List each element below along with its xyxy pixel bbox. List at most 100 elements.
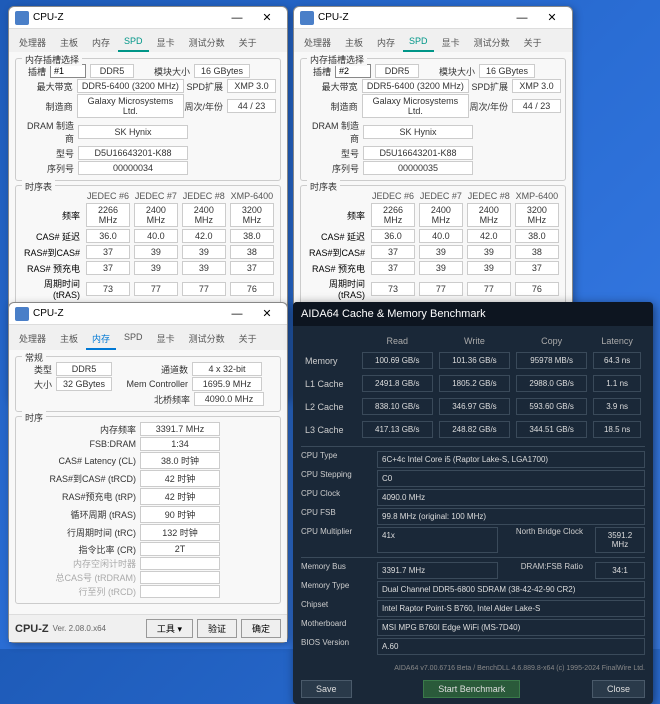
mem-label: 指令比率 (CR)	[20, 543, 140, 556]
ratio-label: DRAM:FSB Ratio	[504, 562, 589, 579]
window-title: CPU-Z	[33, 12, 223, 23]
aida-value: 2988.0 GB/s	[516, 375, 587, 392]
aida-col: Write	[437, 334, 512, 348]
timing-row: 周期时间 (tRAS)73777776	[305, 276, 561, 301]
tools-button[interactable]: 工具 ▾	[146, 619, 193, 638]
titlebar[interactable]: CPU-Z — ✕	[294, 7, 572, 29]
tab-cpu[interactable]: 处理器	[298, 33, 337, 52]
timing-value: 37	[86, 245, 130, 259]
timing-value: 2400 MHz	[419, 203, 463, 227]
save-button[interactable]: Save	[301, 680, 352, 698]
mfr-label: 制造商	[20, 100, 77, 113]
timing-value: 73	[86, 282, 130, 296]
close-button[interactable]: Close	[592, 680, 645, 698]
verify-button[interactable]: 验证	[197, 619, 237, 638]
slot-select[interactable]: #2	[335, 64, 371, 78]
tab-bench[interactable]: 测试分数	[468, 33, 516, 52]
mem-value: 3391.7 MHz	[140, 422, 220, 436]
app-icon	[300, 11, 314, 25]
mc-label: Mem Controller	[112, 379, 192, 389]
slot-select-group: 内存插槽选择 插槽 #1 DDR5 模块大小 16 GBytes 最大带宽 DD…	[15, 58, 281, 181]
timing-value: 40.0	[134, 229, 178, 243]
general-legend: 常规	[22, 351, 46, 364]
timing-label: RAS#到CAS#	[305, 244, 369, 260]
timing-row: RAS# 预充电37393937	[20, 260, 276, 276]
timing-row: RAS# 预充电37393937	[305, 260, 561, 276]
tab-memory[interactable]: 内存	[371, 33, 401, 52]
tab-graphics[interactable]: 显卡	[151, 329, 181, 350]
tab-cpu[interactable]: 处理器	[13, 329, 52, 350]
tab-spd[interactable]: SPD	[118, 33, 149, 52]
minimize-button[interactable]: —	[223, 305, 251, 323]
slot-select[interactable]: #1	[50, 64, 86, 78]
close-button[interactable]: ✕	[538, 9, 566, 27]
model-label: 型号	[20, 147, 78, 160]
nbc-label: North Bridge Clock	[504, 527, 589, 553]
week-label: 周次/年份	[184, 100, 227, 113]
tab-mainboard[interactable]: 主板	[54, 33, 84, 52]
aida-row: L2 Cache838.10 GB/s346.97 GB/s593.60 GB/…	[303, 396, 643, 417]
tab-mainboard[interactable]: 主板	[339, 33, 369, 52]
tab-spd[interactable]: SPD	[403, 33, 434, 52]
fsb-label: CPU FSB	[301, 508, 371, 525]
tab-about[interactable]: 关于	[233, 329, 263, 350]
tab-bench[interactable]: 测试分数	[183, 33, 231, 52]
titlebar[interactable]: CPU-Z — ✕	[9, 7, 287, 29]
timing-value: 37	[371, 261, 415, 275]
timing-row: 频率2266 MHz2400 MHz2400 MHz3200 MHz	[305, 202, 561, 228]
size-label: 模块大小	[134, 65, 194, 78]
tab-bench[interactable]: 测试分数	[183, 329, 231, 350]
mem-label: FSB:DRAM	[20, 439, 140, 449]
chipset-label: Chipset	[301, 600, 371, 617]
version-text: Ver. 2.08.0.x64	[53, 624, 142, 633]
tab-about[interactable]: 关于	[233, 33, 263, 52]
aida-col: Read	[360, 334, 435, 348]
mem-value: 90 时钟	[140, 506, 220, 523]
memtype-label: Memory Type	[301, 581, 371, 598]
mem-value: 2T	[140, 542, 220, 556]
minimize-button[interactable]: —	[223, 9, 251, 27]
tab-memory[interactable]: 内存	[86, 33, 116, 52]
mult-value: 41x	[377, 527, 498, 553]
timing-value: 38.0	[515, 229, 559, 243]
tab-about[interactable]: 关于	[518, 33, 548, 52]
close-button[interactable]: ✕	[253, 9, 281, 27]
fsb-value: 99.8 MHz (original: 100 MHz)	[377, 508, 645, 525]
aida-value: 417.13 GB/s	[362, 421, 433, 438]
tab-graphics[interactable]: 显卡	[436, 33, 466, 52]
timing-value: 37	[230, 261, 274, 275]
ok-button[interactable]: 确定	[241, 619, 281, 638]
tab-cpu[interactable]: 处理器	[13, 33, 52, 52]
mem-label: 内存频率	[20, 423, 140, 436]
aida64-window: AIDA64 Cache & Memory Benchmark ReadWrit…	[293, 302, 653, 704]
mem-label: CAS# Latency (CL)	[20, 456, 140, 466]
spdext-label: SPD扩展	[184, 80, 227, 93]
timing-legend: 时序表	[307, 180, 340, 193]
tab-memory[interactable]: 内存	[86, 329, 116, 350]
type-value: DDR5	[56, 362, 112, 376]
timing-col: JEDEC #7	[132, 190, 180, 202]
minimize-button[interactable]: —	[508, 9, 536, 27]
close-button[interactable]: ✕	[253, 305, 281, 323]
serial-value: 00000034	[78, 161, 188, 175]
nb-value: 4090.0 MHz	[194, 392, 264, 406]
tabs: 处理器 主板 内存 SPD 显卡 测试分数 关于	[9, 29, 287, 52]
timing-label: RAS#到CAS#	[20, 244, 84, 260]
tab-mainboard[interactable]: 主板	[54, 329, 84, 350]
ratio-value: 34:1	[595, 562, 645, 579]
timing-value: 39	[467, 261, 511, 275]
titlebar[interactable]: CPU-Z — ✕	[9, 303, 287, 325]
dram-value: SK Hynix	[78, 125, 188, 139]
timing-value: 77	[182, 282, 226, 296]
timing-col: JEDEC #8	[465, 190, 513, 202]
start-benchmark-button[interactable]: Start Benchmark	[423, 680, 520, 698]
aida-title[interactable]: AIDA64 Cache & Memory Benchmark	[293, 302, 653, 326]
model-value: D5U16643201-K88	[363, 146, 473, 160]
model-value: D5U16643201-K88	[78, 146, 188, 160]
mem-label: 总CAS号 (tRDRAM)	[20, 571, 140, 584]
aida-row-label: Memory	[303, 350, 358, 371]
timing-value: 37	[515, 261, 559, 275]
timing-value: 3200 MHz	[230, 203, 274, 227]
tab-graphics[interactable]: 显卡	[151, 33, 181, 52]
tab-spd[interactable]: SPD	[118, 329, 149, 350]
